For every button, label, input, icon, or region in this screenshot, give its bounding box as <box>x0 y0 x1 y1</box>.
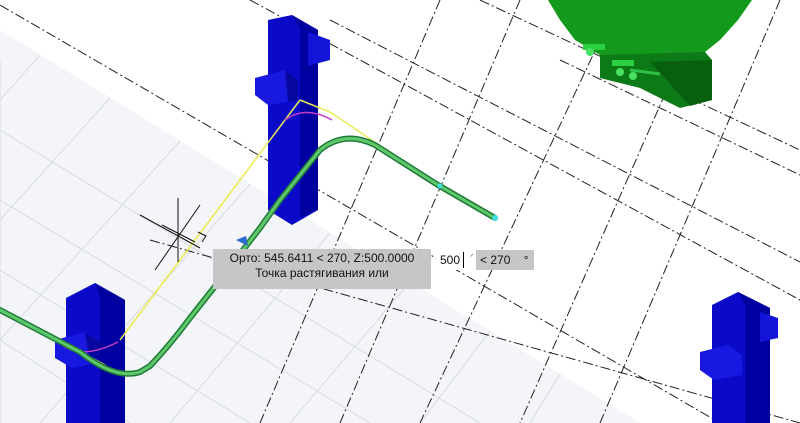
degree-symbol: ° <box>523 253 529 267</box>
angle-input[interactable]: < 270 ° <box>476 250 534 270</box>
tab-separator-icon: ᐟ <box>470 252 474 262</box>
angle-value: < 270 <box>480 253 511 267</box>
command-prompt-text: Точка растягивания или <box>255 266 389 280</box>
vessel-tank[interactable] <box>548 0 752 108</box>
support-column[interactable] <box>700 292 778 423</box>
dynamic-input-tooltip: Орто: 545.6411 < 270, Z:500.0000 Точка р… <box>213 249 431 289</box>
3d-viewport[interactable] <box>0 0 800 423</box>
ortho-readout: Орто: 545.6411 < 270, Z:500.0000 <box>229 251 415 265</box>
text-caret <box>463 252 464 268</box>
